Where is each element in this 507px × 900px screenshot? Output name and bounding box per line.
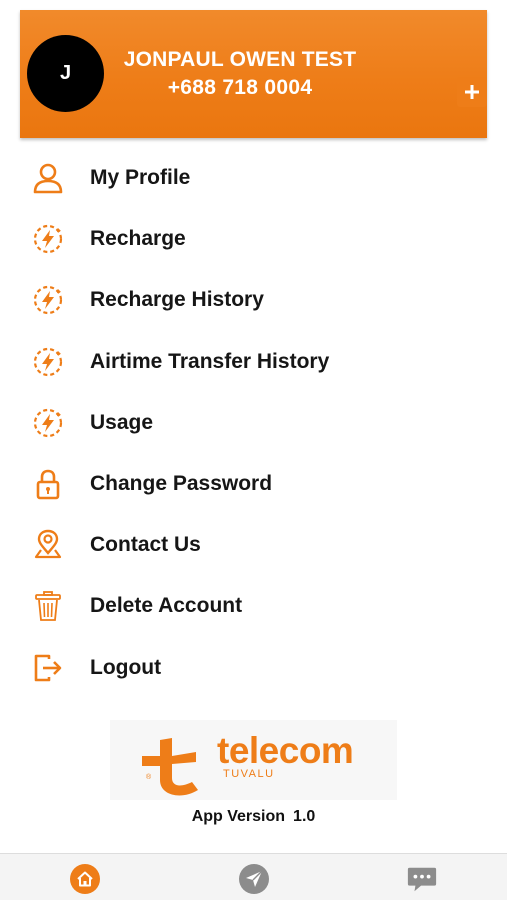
menu-label: Change Password xyxy=(90,471,273,495)
menu-item-logout[interactable]: Logout xyxy=(0,637,507,698)
trash-icon xyxy=(31,589,65,623)
menu-list: My Profile Recharge Recharge History Air… xyxy=(0,147,507,698)
lightning-refresh-icon xyxy=(31,406,65,440)
menu-label: Recharge History xyxy=(90,288,264,312)
menu-item-contact-us[interactable]: Contact Us xyxy=(0,514,507,575)
menu-label: My Profile xyxy=(90,166,191,189)
user-phone: +688 718 0004 xyxy=(167,76,313,99)
menu-item-airtime-transfer-history[interactable]: Airtime Transfer History xyxy=(0,331,507,392)
user-name: JONPAUL OWEN TEST xyxy=(123,48,357,71)
side-menu-screen: J JONPAUL OWEN TEST +688 718 0004 My Pro… xyxy=(0,0,507,900)
menu-label: Airtime Transfer History xyxy=(90,349,330,373)
app-version-value: 1.0 xyxy=(293,808,316,825)
menu-label: Delete Account xyxy=(90,594,243,618)
telecom-logo-mark-icon xyxy=(142,738,198,796)
logo-brand-text: telecom xyxy=(217,730,354,771)
home-icon xyxy=(70,864,100,894)
lock-icon xyxy=(31,467,65,501)
nav-home-button[interactable] xyxy=(69,863,101,895)
lightning-refresh-icon xyxy=(31,222,65,256)
lightning-refresh-icon xyxy=(31,283,65,317)
menu-item-change-password[interactable]: Change Password xyxy=(0,453,507,514)
menu-label: Contact Us xyxy=(90,533,201,557)
recharge-add-button[interactable] xyxy=(457,77,487,107)
menu-label: Logout xyxy=(90,655,162,679)
menu-item-usage[interactable]: Usage xyxy=(0,392,507,453)
app-version: App Version 1.0 xyxy=(0,808,507,826)
avatar[interactable]: J xyxy=(27,35,104,112)
menu-item-my-profile[interactable]: My Profile xyxy=(0,147,507,208)
app-version-label: App Version xyxy=(191,808,286,825)
menu-label: Usage xyxy=(90,410,154,434)
user-icon xyxy=(31,161,65,195)
menu-item-recharge[interactable]: Recharge xyxy=(0,208,507,269)
logo-sub-text: TUVALU xyxy=(223,768,275,780)
bottom-nav-bar xyxy=(0,853,507,900)
menu-label: Recharge xyxy=(90,227,186,251)
location-pin-icon xyxy=(31,528,65,562)
lightning-refresh-icon xyxy=(31,345,65,379)
chat-icon xyxy=(407,867,437,892)
menu-item-delete-account[interactable]: Delete Account xyxy=(0,575,507,636)
menu-item-recharge-history[interactable]: Recharge History xyxy=(0,269,507,330)
nav-chat-button[interactable] xyxy=(406,863,438,895)
logout-icon xyxy=(31,651,65,685)
plus-icon xyxy=(465,85,479,99)
logo-registered-mark: ® xyxy=(146,774,152,781)
nav-send-button[interactable] xyxy=(238,863,270,895)
send-icon xyxy=(239,864,269,894)
telecom-tuvalu-logo: ® telecom TUVALU xyxy=(110,720,397,800)
profile-header: J JONPAUL OWEN TEST +688 718 0004 xyxy=(20,10,487,138)
